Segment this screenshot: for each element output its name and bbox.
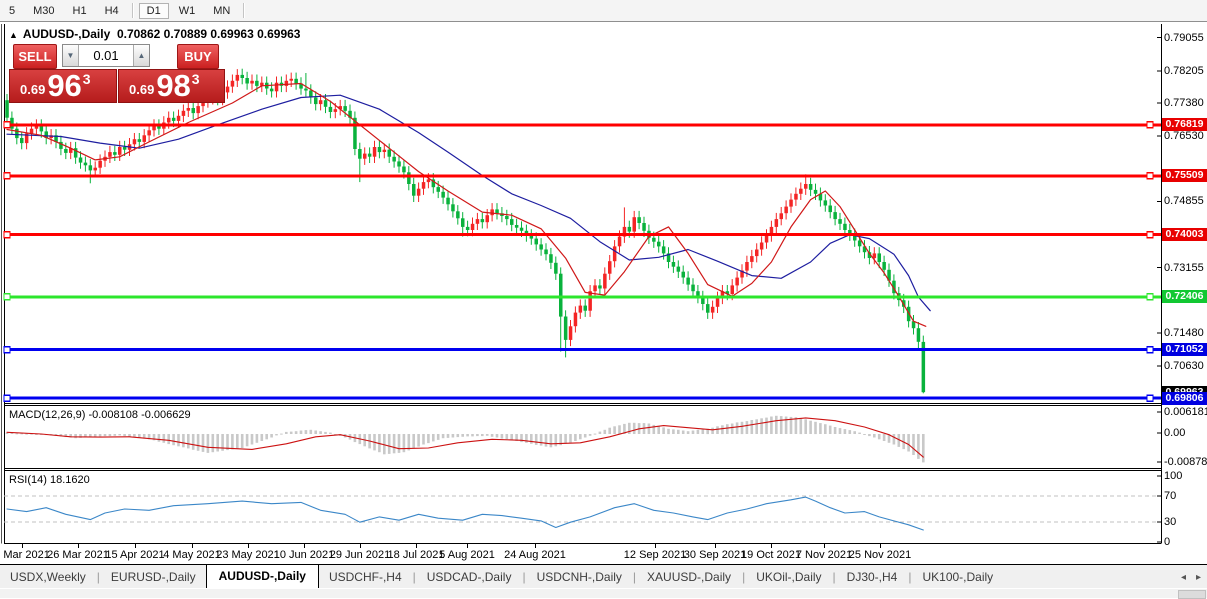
chart-tab-usdcad-daily[interactable]: USDCAD-,Daily bbox=[417, 566, 522, 588]
date-axis-label: 5 Aug 2021 bbox=[439, 549, 495, 561]
date-axis-label: 15 Apr 2021 bbox=[105, 549, 164, 561]
one-click-trade-panel: SELL ▼ 0.01 ▲ BUY 0.69 96 3 0.69 98 3 bbox=[8, 44, 226, 104]
toolbar-separator bbox=[132, 3, 134, 18]
timeframe-button-h4[interactable]: H4 bbox=[97, 3, 127, 19]
hline-handle[interactable] bbox=[4, 395, 10, 401]
rsi-tick-label: 30 bbox=[1164, 516, 1176, 528]
sell-button[interactable]: SELL bbox=[13, 44, 57, 69]
symbol-ohlc: 0.70862 0.70889 0.69963 0.69963 bbox=[117, 27, 301, 41]
date-axis-label: 30 Sep 2021 bbox=[684, 549, 746, 561]
rsi-tick-label: 70 bbox=[1164, 490, 1176, 502]
tab-scroll-arrows: ◂ ▸ bbox=[1181, 572, 1201, 583]
timeframe-button-d1[interactable]: D1 bbox=[139, 3, 169, 19]
chart-tabbar: USDX,Weekly|EURUSD-,DailyAUDUSD-,DailyUS… bbox=[0, 565, 1207, 588]
chart-tab-ukoil-daily[interactable]: UKOil-,Daily bbox=[746, 566, 831, 588]
price-tick-label: 0.77380 bbox=[1164, 97, 1204, 109]
timeframe-button-m30[interactable]: M30 bbox=[25, 3, 62, 19]
hline-price-badge: 0.69806 bbox=[1162, 392, 1207, 405]
ask-price-prefix: 0.69 bbox=[129, 82, 154, 97]
hline-price-badge: 0.76819 bbox=[1162, 118, 1207, 131]
date-axis-label: 24 Aug 2021 bbox=[504, 549, 566, 561]
date-axis-label: 23 May 2021 bbox=[216, 549, 280, 561]
volume-stepper: ▼ 0.01 ▲ bbox=[62, 44, 150, 67]
hline-handle[interactable] bbox=[1147, 395, 1153, 401]
bid-quote-box[interactable]: 0.69 96 3 bbox=[9, 69, 117, 103]
buy-button[interactable]: BUY bbox=[177, 44, 219, 69]
date-axis-label: 4 May 2021 bbox=[163, 549, 220, 561]
bid-price-pip: 3 bbox=[83, 71, 91, 87]
date-axis-label: 8 Mar 2021 bbox=[0, 549, 50, 561]
price-tick-label: 0.73155 bbox=[1164, 262, 1204, 274]
price-tick-label: 0.79055 bbox=[1164, 32, 1204, 44]
date-axis-label: 29 Jun 2021 bbox=[330, 549, 391, 561]
volume-decrease-icon[interactable]: ▼ bbox=[63, 45, 79, 66]
resize-grip[interactable] bbox=[1178, 590, 1206, 599]
timeframe-button-h1[interactable]: H1 bbox=[65, 3, 95, 19]
candles-layer bbox=[5, 69, 925, 394]
volume-increase-icon[interactable]: ▲ bbox=[133, 45, 149, 66]
date-axis-label: 12 Sep 2021 bbox=[624, 549, 686, 561]
chart-tab-usdcnh-daily[interactable]: USDCNH-,Daily bbox=[527, 566, 632, 588]
ask-price-big: 98 bbox=[156, 71, 190, 101]
timeframe-button-mn[interactable]: MN bbox=[205, 3, 238, 19]
chart-tab-dj30-h4[interactable]: DJ30-,H4 bbox=[837, 566, 908, 588]
tab-scroll-right-icon[interactable]: ▸ bbox=[1196, 572, 1201, 583]
rsi-line bbox=[7, 497, 923, 530]
date-axis-label: 19 Oct 2021 bbox=[741, 549, 801, 561]
bid-price-big: 96 bbox=[47, 71, 81, 101]
bid-price-prefix: 0.69 bbox=[20, 82, 45, 97]
toolbar-separator bbox=[243, 3, 245, 18]
hline-handle[interactable] bbox=[4, 173, 10, 179]
ma-fast-line bbox=[7, 84, 926, 327]
date-axis-label: 18 Jul 2021 bbox=[388, 549, 445, 561]
hline-price-badge: 0.75509 bbox=[1162, 169, 1207, 182]
hline-handle[interactable] bbox=[1147, 294, 1153, 300]
hline-handle[interactable] bbox=[4, 294, 10, 300]
price-tick-label: 0.74855 bbox=[1164, 195, 1204, 207]
rsi-tick-label: 0 bbox=[1164, 536, 1170, 548]
hline-handle[interactable] bbox=[4, 122, 10, 128]
hline-handle[interactable] bbox=[4, 347, 10, 353]
ask-price-pip: 3 bbox=[192, 71, 200, 87]
price-tick-label: 0.71480 bbox=[1164, 327, 1204, 339]
rsi-tick-label: 100 bbox=[1164, 470, 1182, 482]
collapse-triangle-icon[interactable]: ▲ bbox=[9, 30, 18, 40]
chart-tab-xauusd-daily[interactable]: XAUUSD-,Daily bbox=[637, 566, 741, 588]
hline-handle[interactable] bbox=[1147, 347, 1153, 353]
hline-price-badge: 0.71052 bbox=[1162, 343, 1207, 356]
chart-tab-usdchf-h4[interactable]: USDCHF-,H4 bbox=[319, 566, 412, 588]
macd-tick-label: 0.006181 bbox=[1164, 406, 1207, 418]
ask-quote-box[interactable]: 0.69 98 3 bbox=[118, 69, 225, 103]
hline-handle[interactable] bbox=[1147, 173, 1153, 179]
macd-histogram bbox=[6, 416, 925, 463]
hline-handle[interactable] bbox=[1147, 122, 1153, 128]
hline-price-badge: 0.74003 bbox=[1162, 228, 1207, 241]
hline-price-badge: 0.72406 bbox=[1162, 290, 1207, 303]
price-tick-label: 0.78205 bbox=[1164, 65, 1204, 77]
tab-scroll-left-icon[interactable]: ◂ bbox=[1181, 572, 1186, 583]
timeframe-toolbar: 5M30H1H4 D1W1MN bbox=[0, 0, 1207, 22]
chart-tab-eurusd-daily[interactable]: EURUSD-,Daily bbox=[101, 566, 206, 588]
timeframe-button-5[interactable]: 5 bbox=[1, 3, 23, 19]
chart-tab-usdx-weekly[interactable]: USDX,Weekly bbox=[0, 566, 96, 588]
date-axis-label: 10 Jun 2021 bbox=[274, 549, 335, 561]
timeframe-button-w1[interactable]: W1 bbox=[171, 3, 204, 19]
symbol-name: AUDUSD-,Daily bbox=[23, 27, 110, 41]
date-axis-label: 7 Nov 2021 bbox=[796, 549, 852, 561]
macd-indicator-label: MACD(12,26,9) -0.008108 -0.006629 bbox=[9, 409, 191, 421]
macd-tick-label: 0.00 bbox=[1164, 427, 1185, 439]
chart-tab-audusd-daily[interactable]: AUDUSD-,Daily bbox=[206, 564, 319, 588]
chart-tab-uk100-daily[interactable]: UK100-,Daily bbox=[912, 566, 1003, 588]
rsi-indicator-label: RSI(14) 18.1620 bbox=[9, 474, 90, 486]
price-tick-label: 0.76530 bbox=[1164, 130, 1204, 142]
price-tick-label: 0.70630 bbox=[1164, 360, 1204, 372]
hline-handle[interactable] bbox=[1147, 232, 1153, 238]
hline-handle[interactable] bbox=[4, 232, 10, 238]
macd-tick-label: -0.00878 bbox=[1164, 456, 1207, 468]
chart-title: ▲ AUDUSD-,Daily 0.70862 0.70889 0.69963 0… bbox=[9, 27, 300, 41]
date-axis-label: 25 Nov 2021 bbox=[849, 549, 911, 561]
chart-window: ▲ AUDUSD-,Daily 0.70862 0.70889 0.69963 0… bbox=[0, 22, 1207, 597]
date-axis-label: 26 Mar 2021 bbox=[47, 549, 109, 561]
volume-input[interactable]: 0.01 bbox=[79, 45, 133, 66]
